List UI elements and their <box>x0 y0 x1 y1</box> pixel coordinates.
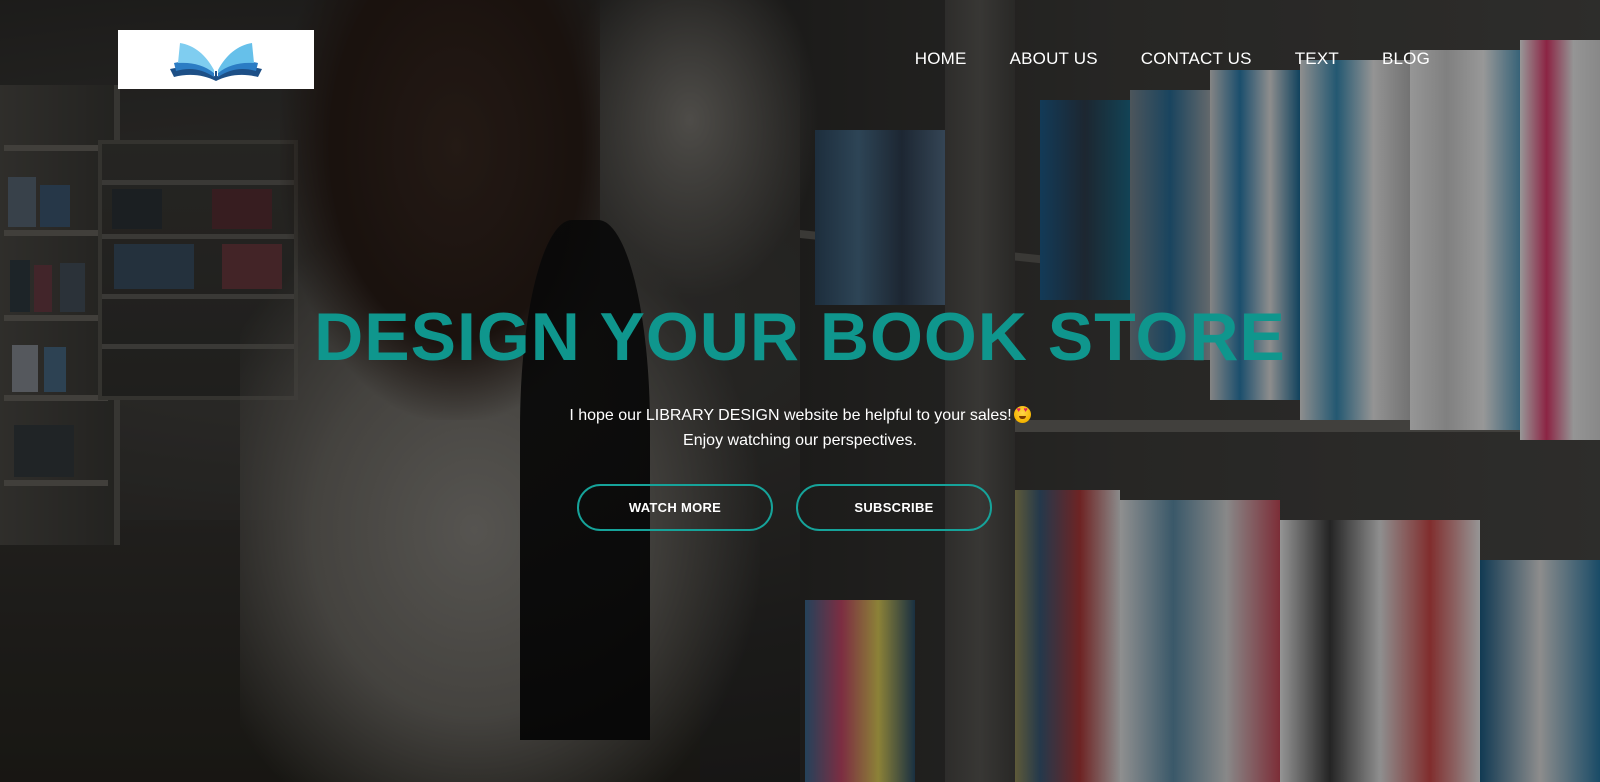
nav-text[interactable]: TEXT <box>1295 49 1339 69</box>
nav-contact-us[interactable]: CONTACT US <box>1141 49 1252 69</box>
dark-overlay <box>0 0 1600 782</box>
star-struck-emoji-icon <box>1013 406 1031 423</box>
hero-subtitle-line2: Enjoy watching our perspectives. <box>683 432 917 449</box>
nav-home[interactable]: HOME <box>915 49 967 69</box>
hero-section <box>0 0 1600 782</box>
hero-subtitle-text: I hope our LIBRARY DESIGN website be hel… <box>569 407 1012 424</box>
open-book-icon <box>170 42 262 81</box>
hero-subtitle-line1: I hope our LIBRARY DESIGN website be hel… <box>0 406 1600 426</box>
nav-blog[interactable]: BLOG <box>1382 49 1430 69</box>
main-nav: HOME ABOUT US CONTACT US TEXT BLOG <box>872 49 1430 69</box>
subscribe-button[interactable]: SUBSCRIBE <box>796 484 992 531</box>
hero-title: DESIGN YOUR BOOK STORE <box>314 299 1286 375</box>
nav-about-us[interactable]: ABOUT US <box>1010 49 1098 69</box>
watch-more-button[interactable]: WATCH MORE <box>577 484 773 531</box>
logo[interactable] <box>118 30 314 89</box>
